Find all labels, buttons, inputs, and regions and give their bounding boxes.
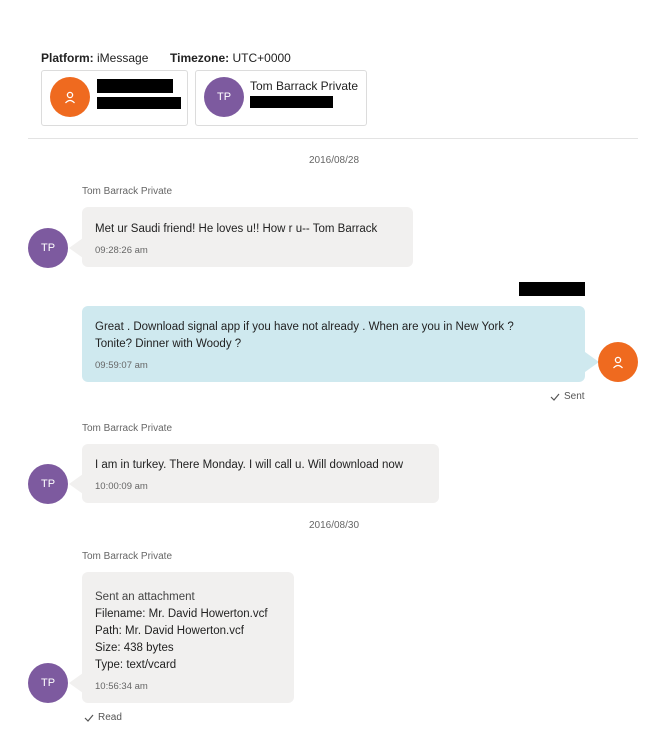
message-text-line: Tonite? Dinner with Woody ? <box>95 338 242 350</box>
message-text: Great . Download signal app if you have … <box>95 319 514 353</box>
attachment-details: Sent an attachment Filename: Mr. David H… <box>95 589 268 674</box>
timezone-value: UTC+0000 <box>232 51 291 65</box>
avatar <box>598 342 638 382</box>
attachment-type: Type: text/vcard <box>95 659 177 671</box>
platform-label: Platform: <box>41 51 94 65</box>
avatar: TP <box>28 464 68 504</box>
redacted-sender-name <box>519 282 585 296</box>
header-divider <box>28 138 638 139</box>
bubble-tail <box>69 238 83 258</box>
bubble-tail <box>69 474 83 494</box>
message-time: 10:00:09 am <box>95 481 148 492</box>
bubble-tail <box>585 352 599 372</box>
platform-value: iMessage <box>97 51 149 65</box>
avatar-initials: TP <box>40 677 56 689</box>
participant-name: Tom Barrack Private <box>250 79 359 93</box>
date-separator: 2016/08/28 <box>308 155 360 166</box>
delivery-status: Read <box>84 712 122 723</box>
participant-card-owner <box>41 70 188 126</box>
bubble-tail <box>69 673 83 693</box>
avatar-initials: TP <box>40 478 56 490</box>
message-bubble: Met ur Saudi friend! He loves u!! How r … <box>82 207 413 267</box>
date-separator: 2016/08/30 <box>308 520 360 531</box>
status-text: Read <box>98 712 122 723</box>
status-text: Sent <box>564 391 585 402</box>
timezone-label: Timezone: <box>170 51 230 65</box>
redacted-number <box>250 96 333 108</box>
platform-info: Platform: iMessage <box>41 51 148 65</box>
redacted-name <box>97 79 173 93</box>
message-text-line: Great . Download signal app if you have … <box>95 321 514 333</box>
person-icon <box>65 91 75 103</box>
attachment-bubble[interactable]: Sent an attachment Filename: Mr. David H… <box>82 572 294 703</box>
sender-name: Tom Barrack Private <box>82 423 173 434</box>
attachment-title: Sent an attachment <box>95 591 195 603</box>
attachment-size: Size: 438 bytes <box>95 642 174 654</box>
participant-card-tom-barrack: TP Tom Barrack Private <box>195 70 367 126</box>
avatar: TP <box>28 663 68 703</box>
timezone-info: Timezone: UTC+0000 <box>170 51 291 65</box>
attachment-filename: Filename: Mr. David Howerton.vcf <box>95 608 268 620</box>
checkmark-icon <box>84 714 94 722</box>
message-text: Met ur Saudi friend! He loves u!! How r … <box>95 223 378 235</box>
delivery-status: Sent <box>550 391 585 402</box>
person-icon <box>613 356 623 368</box>
message-bubble: I am in turkey. There Monday. I will cal… <box>82 444 439 503</box>
message-time: 09:59:07 am <box>95 360 148 371</box>
message-time: 10:56:34 am <box>95 681 148 692</box>
redacted-number <box>97 97 181 109</box>
avatar: TP <box>28 228 68 268</box>
checkmark-icon <box>550 393 560 401</box>
message-time: 09:28:26 am <box>95 245 148 256</box>
avatar: TP <box>204 77 244 117</box>
avatar-initials: TP <box>216 91 232 103</box>
avatar-initials: TP <box>40 242 56 254</box>
sender-name: Tom Barrack Private <box>82 551 173 562</box>
attachment-path: Path: Mr. David Howerton.vcf <box>95 625 244 637</box>
message-bubble-outgoing: Great . Download signal app if you have … <box>82 306 585 382</box>
message-text: I am in turkey. There Monday. I will cal… <box>95 459 404 471</box>
sender-name: Tom Barrack Private <box>82 186 173 197</box>
avatar <box>50 77 90 117</box>
